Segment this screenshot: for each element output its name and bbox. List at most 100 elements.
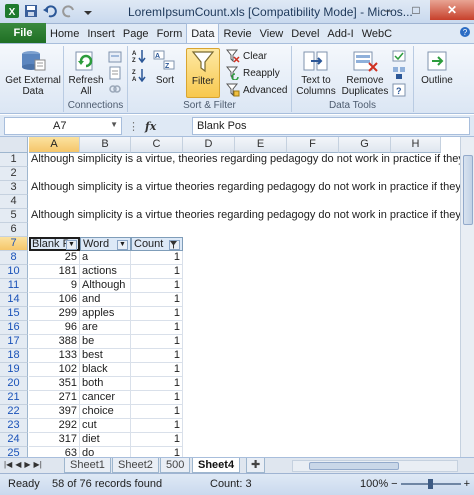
column-header-a[interactable]: A xyxy=(29,137,80,153)
blank-pos-cell[interactable]: 351 xyxy=(29,377,80,391)
row-header-3[interactable]: 3 xyxy=(0,181,28,195)
save-icon[interactable] xyxy=(23,3,39,19)
count-cell[interactable]: 1 xyxy=(131,363,183,377)
tab-webc[interactable]: WebC xyxy=(358,24,396,43)
consolidate-button[interactable] xyxy=(392,66,406,80)
row-header-7[interactable]: 7 xyxy=(0,237,28,251)
sort-a-to-z-button[interactable]: AZ xyxy=(132,49,146,63)
zoom-slider-knob[interactable] xyxy=(427,479,433,489)
row-header-20[interactable]: 20 xyxy=(0,377,28,391)
row-header-10[interactable]: 10 xyxy=(0,265,28,279)
row-header-19[interactable]: 19 xyxy=(0,363,28,377)
count-cell[interactable]: 1 xyxy=(131,447,183,457)
blank-pos-cell[interactable]: 25 xyxy=(29,251,80,265)
properties-button[interactable] xyxy=(108,66,122,80)
blank-pos-cell[interactable]: 9 xyxy=(29,279,80,293)
blank-pos-cell[interactable]: 271 xyxy=(29,391,80,405)
word-cell[interactable]: apples xyxy=(80,307,131,321)
column-header-b[interactable]: B xyxy=(80,137,131,153)
column-header-d[interactable]: D xyxy=(183,137,235,153)
blank-pos-cell[interactable]: 388 xyxy=(29,335,80,349)
word-cell[interactable]: black xyxy=(80,363,131,377)
undo-icon[interactable] xyxy=(42,3,58,19)
edit-links-button[interactable] xyxy=(108,82,122,96)
count-cell[interactable]: 1 xyxy=(131,265,183,279)
text-cell[interactable]: Although simplicity is a virtue theories… xyxy=(31,209,461,222)
row-header-18[interactable]: 18 xyxy=(0,349,28,363)
row-header-11[interactable]: 11 xyxy=(0,279,28,293)
row-header-21[interactable]: 21 xyxy=(0,391,28,405)
word-cell[interactable]: be xyxy=(80,335,131,349)
first-sheet-icon[interactable]: |◀ xyxy=(4,460,12,469)
text-cell[interactable]: Although simplicity is a virtue theories… xyxy=(31,181,461,194)
sort-z-to-a-button[interactable]: ZA xyxy=(132,68,146,82)
row-header-2[interactable]: 2 xyxy=(0,167,28,181)
vertical-scroll-thumb[interactable] xyxy=(463,155,473,225)
word-cell[interactable]: cut xyxy=(80,419,131,433)
tab-view[interactable]: View xyxy=(256,24,288,43)
formula-input[interactable]: Blank Pos xyxy=(192,117,470,135)
tab-data[interactable]: Data xyxy=(186,23,220,43)
next-sheet-icon[interactable]: ▶ xyxy=(24,460,30,469)
tab-page-layout[interactable]: Page xyxy=(119,24,153,43)
name-box[interactable]: A7 ▼ xyxy=(4,117,122,135)
sheet-tab-sheet4[interactable]: Sheet4 xyxy=(192,458,241,473)
blank-pos-cell[interactable]: 292 xyxy=(29,419,80,433)
count-cell[interactable]: 1 xyxy=(131,251,183,265)
word-cell[interactable]: and xyxy=(80,293,131,307)
count-cell[interactable]: 1 xyxy=(131,349,183,363)
redo-icon[interactable] xyxy=(61,3,77,19)
maximize-button[interactable]: □ xyxy=(402,0,430,20)
word-cell[interactable]: a xyxy=(80,251,131,265)
close-button[interactable]: ✕ xyxy=(430,0,474,20)
zoom-in-icon[interactable]: + xyxy=(464,478,470,490)
word-cell[interactable]: diet xyxy=(80,433,131,447)
row-header-1[interactable]: 1 xyxy=(0,153,28,167)
word-cell[interactable]: Although xyxy=(80,279,131,293)
sort-button[interactable]: AZ Sort xyxy=(150,48,180,86)
minimize-button[interactable]: – xyxy=(374,0,402,20)
row-header-6[interactable]: 6 xyxy=(0,223,28,237)
filter-dropdown-word-icon[interactable]: ▼ xyxy=(117,240,128,250)
row-header-5[interactable]: 5 xyxy=(0,209,28,223)
row-header-23[interactable]: 23 xyxy=(0,419,28,433)
word-cell[interactable]: are xyxy=(80,321,131,335)
tab-insert[interactable]: Insert xyxy=(83,24,119,43)
blank-pos-header[interactable]: Blank P ▼ xyxy=(29,237,80,251)
zoom-level[interactable]: 100% xyxy=(360,478,388,490)
tab-home[interactable]: Home xyxy=(46,24,83,43)
outline-button[interactable]: Outline xyxy=(416,48,458,86)
advanced-button[interactable]: Advanced xyxy=(226,83,287,97)
count-cell[interactable]: 1 xyxy=(131,377,183,391)
column-header-e[interactable]: E xyxy=(235,137,287,153)
blank-pos-cell[interactable]: 96 xyxy=(29,321,80,335)
word-cell[interactable]: best xyxy=(80,349,131,363)
customize-qat-icon[interactable] xyxy=(80,3,96,19)
insert-sheet-button[interactable]: ✚ xyxy=(246,458,266,473)
zoom-out-icon[interactable]: − xyxy=(391,478,397,490)
filter-dropdown-blank-pos-icon[interactable]: ▼ xyxy=(66,240,77,250)
word-cell[interactable]: both xyxy=(80,377,131,391)
column-header-h[interactable]: H xyxy=(391,137,441,153)
row-header-16[interactable]: 16 xyxy=(0,321,28,335)
column-header-c[interactable]: C xyxy=(131,137,183,153)
word-cell[interactable]: choice xyxy=(80,405,131,419)
word-cell[interactable]: cancer xyxy=(80,391,131,405)
sheet-tab-sheet2[interactable]: Sheet2 xyxy=(112,458,159,473)
row-header-4[interactable]: 4 xyxy=(0,195,28,209)
blank-pos-cell[interactable]: 63 xyxy=(29,447,80,457)
sheet-tab-sheet1[interactable]: Sheet1 xyxy=(64,458,111,473)
horizontal-scroll-thumb[interactable] xyxy=(309,462,399,470)
select-all-corner[interactable] xyxy=(0,137,28,153)
sheet-tab-500[interactable]: 500 xyxy=(160,458,191,473)
count-cell[interactable]: 1 xyxy=(131,279,183,293)
row-header-22[interactable]: 22 xyxy=(0,405,28,419)
count-header[interactable]: Count xyxy=(131,237,183,251)
excel-app-icon[interactable]: X xyxy=(4,3,20,19)
prev-sheet-icon[interactable]: ◀ xyxy=(15,460,21,469)
blank-pos-cell[interactable]: 299 xyxy=(29,307,80,321)
filter-button[interactable]: Filter xyxy=(186,48,220,98)
word-cell[interactable]: actions xyxy=(80,265,131,279)
help-icon[interactable]: ? xyxy=(459,26,471,41)
insert-function-button[interactable]: fx xyxy=(145,120,156,133)
